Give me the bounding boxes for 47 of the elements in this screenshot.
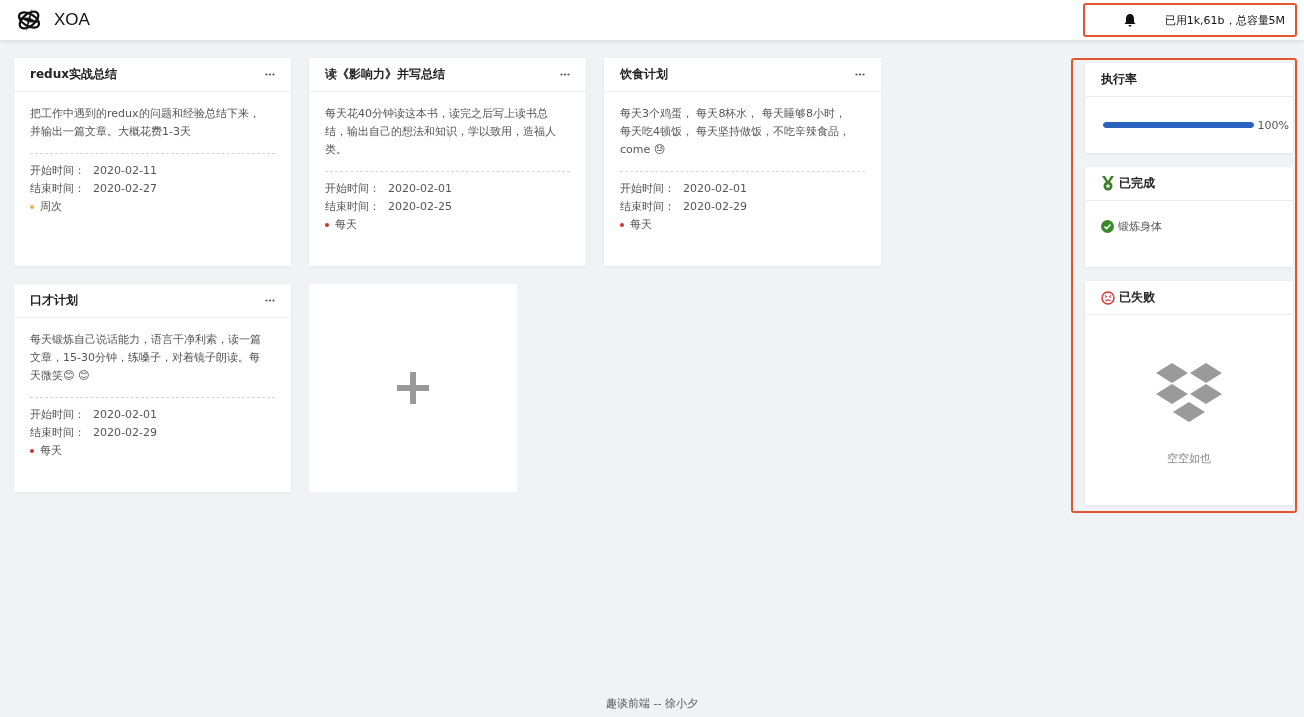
empty-text: 空空如也 bbox=[1167, 451, 1211, 466]
end-label: 结束时间： bbox=[30, 425, 85, 441]
check-circle-icon bbox=[1101, 220, 1114, 233]
start-date: 2020-02-01 bbox=[388, 181, 452, 197]
start-date: 2020-02-11 bbox=[93, 163, 157, 179]
bell-icon[interactable] bbox=[1122, 13, 1137, 27]
start-date: 2020-02-01 bbox=[683, 181, 747, 197]
plan-description: 每天花40分钟读这本书，读完之后写上读书总结，输出自己的想法和知识，学以致用，造福人类。 bbox=[325, 107, 556, 156]
card-title: 口才计划 bbox=[30, 292, 78, 309]
plus-icon bbox=[397, 372, 429, 404]
storage-usage: 已用1k,61b，总容量5M bbox=[1164, 12, 1285, 28]
end-label: 结束时间： bbox=[325, 199, 380, 215]
start-label: 开始时间： bbox=[620, 181, 675, 197]
sad-face-icon bbox=[1101, 290, 1115, 305]
more-icon[interactable] bbox=[265, 73, 275, 76]
plan-description: 每天3个鸡蛋， 每天8杯水， 每天睡够8小时，每天吃4顿饭， 每天坚持做饭，不吃辛辣食品，come 😓 bbox=[620, 107, 851, 156]
end-date: 2020-02-29 bbox=[93, 425, 157, 441]
plan-description: 把工作中遇到的redux的问题和经验总结下来，并输出一篇文章。大概花费1-3天 bbox=[30, 107, 260, 138]
frequency-label: 每天 bbox=[40, 443, 62, 459]
start-label: 开始时间： bbox=[30, 407, 85, 423]
frequency-label: 每天 bbox=[630, 217, 652, 233]
end-date: 2020-02-29 bbox=[683, 199, 747, 215]
brand-name: XOA bbox=[54, 10, 90, 30]
card-title: 已完成 bbox=[1119, 175, 1155, 192]
card-title: 已失败 bbox=[1119, 289, 1155, 306]
more-icon[interactable] bbox=[855, 73, 865, 76]
card-title: 饮食计划 bbox=[620, 66, 668, 83]
frequency-label: 周次 bbox=[40, 199, 62, 215]
card-title: 执行率 bbox=[1101, 71, 1137, 88]
frequency-label: 每天 bbox=[335, 217, 357, 233]
more-icon[interactable] bbox=[560, 73, 570, 76]
done-task: 锻炼身体 bbox=[1118, 219, 1162, 234]
start-label: 开始时间： bbox=[30, 163, 85, 179]
card-title: 读《影响力》并写总结 bbox=[325, 66, 445, 83]
progress-reading: 100% bbox=[1257, 118, 1289, 132]
more-icon[interactable] bbox=[265, 299, 275, 302]
end-date: 2020-02-25 bbox=[388, 199, 452, 215]
plan-description: 每天锻炼自己说话能力，语言干净利索，读一篇文章，15-30分钟，练嗓子，对着镜子朗读。每天微笑😊 😊 bbox=[30, 333, 261, 382]
start-date: 2020-02-01 bbox=[93, 407, 157, 423]
end-date: 2020-02-27 bbox=[93, 181, 157, 197]
footer-text: 趣谈前端 -- 徐小夕 bbox=[606, 697, 698, 710]
start-label: 开始时间： bbox=[325, 181, 380, 197]
end-label: 结束时间： bbox=[30, 181, 85, 197]
end-label: 结束时间： bbox=[620, 199, 675, 215]
card-title: redux实战总结 bbox=[30, 66, 117, 83]
medal-icon bbox=[1101, 176, 1115, 191]
diamonds-icon bbox=[1154, 363, 1224, 423]
